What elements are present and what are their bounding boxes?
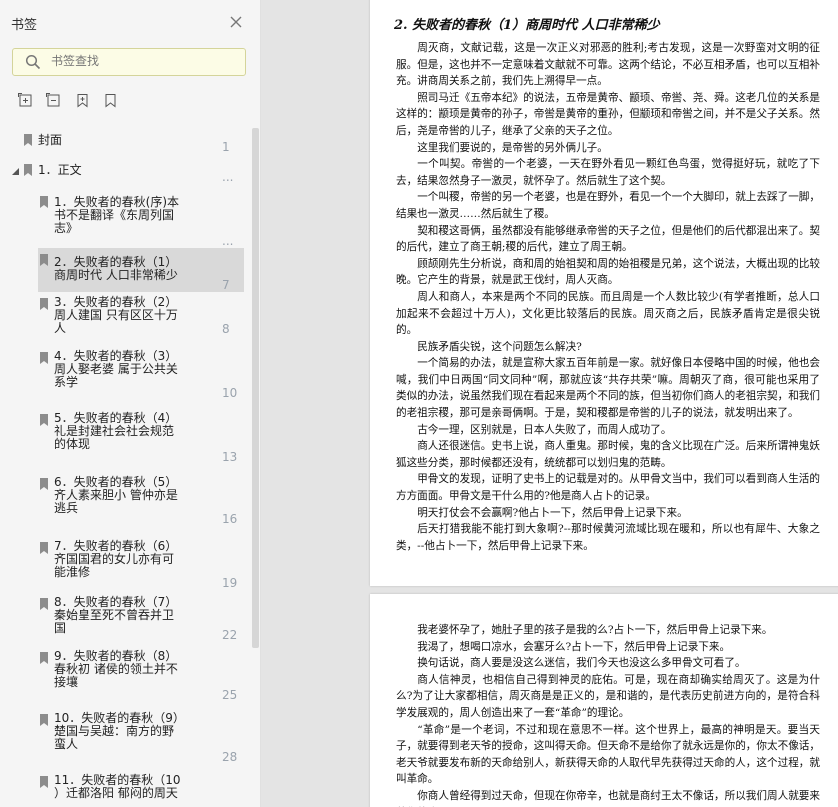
- paragraph: 一个叫契。帝喾的一个老婆，一天在野外看见一颗红色鸟蛋，觉得挺好玩，就吃了下去，结…: [396, 158, 820, 187]
- bookmark-search-box[interactable]: [12, 48, 246, 76]
- bookmark-icon: [40, 414, 48, 426]
- paragraph: 这里我们要说的，是帝喾的另外俩儿子。: [417, 141, 608, 154]
- bookmark-label: 3．失败者的春秋（2） 周人建国 只有区区十万 人: [54, 295, 178, 335]
- bookmark-item-cover[interactable]: 封面 1: [0, 128, 246, 154]
- paragraph: 我渴了，想喝口凉水，会塞牙么?占卜一下，然后甲骨上记录下来。: [417, 640, 731, 653]
- bookmark-page-number: ...: [222, 234, 234, 248]
- bookmark-item[interactable]: 1．失败者的春秋(序)本 书不是翻译《东周列国 志》 ...: [0, 190, 246, 250]
- bookmark-item[interactable]: 5．失败者的春秋（4） 礼是封建社会社会规范 的体现 13: [0, 408, 246, 468]
- bookmark-label: 7．失败者的春秋（6） 齐国国君的女儿亦有可 能淮修: [54, 539, 178, 579]
- paragraph: 一个简易的办法，就是宣称大家五百年前是一家。就好像日本侵略中国的时候，他也会喊，…: [396, 357, 820, 420]
- bookmark-page-number: 10: [222, 386, 238, 400]
- paragraph: 明天打仗会不会赢啊?他占卜一下，然后甲骨上记录下来。: [417, 506, 688, 519]
- paragraph: 甲骨文的发现，证明了史书上的记载是对的。从甲骨文当中，我们可以看到商人生活的方方…: [396, 473, 820, 503]
- bookmark-label: 10．失败者的春秋（9） 楚国与吴越：南方的野 蛮人: [54, 711, 185, 751]
- paragraph: 周灭商，文献记载，这是一次正义对邪恶的胜利;考古发现，这是一次野蛮对文明的征服。…: [396, 42, 820, 88]
- page-text: 我老婆怀孕了，她肚子里的孩子是我的么?占卜一下，然后甲骨上记录下来。 我渴了，想喝…: [396, 622, 820, 807]
- search-icon: [25, 54, 41, 70]
- paragraph: 后天打猎我能不能打到大象啊?--那时候黄河流域比现在暖和，所以也有犀牛、大象之类…: [396, 523, 820, 552]
- bookmark-item[interactable]: 4．失败者的春秋（3） 周人娶老婆 属于公共关 系学 10: [0, 346, 246, 402]
- paragraph: 商人信神灵，也相信自己得到神灵的庇佑。可是，现在商却确实给周灭了。这是为什么?为…: [396, 673, 820, 719]
- bookmark-panel: 书签 封面 1: [0, 0, 261, 807]
- paragraph: 一个叫稷，帝喾的另一个老婆，也是在野外，看见一个一个大脚印，就上去踩了一脚，结果…: [396, 191, 820, 220]
- bookmark-search-input[interactable]: [51, 54, 231, 68]
- bookmark-item[interactable]: 6．失败者的春秋（5） 齐人素来胆小 管仲亦是 逃兵 16: [0, 472, 246, 532]
- paragraph: 民族矛盾尖锐，这个问题怎么解决?: [417, 340, 582, 353]
- bookmark-icon: [40, 776, 48, 788]
- bookmark-label: 8．失败者的春秋（7） 秦始皇至死不曾吞并卫 国: [54, 595, 178, 635]
- bookmark-label: 11．失败者的春秋（10 ）迁都洛阳 郁闷的周天: [54, 773, 181, 800]
- add-bookmark-icon[interactable]: [75, 93, 90, 108]
- document-page: 2. 失败者的春秋（1）商周时代 人口非常稀少 周灭商，文献记载，这是一次正义对…: [370, 0, 838, 586]
- close-icon[interactable]: [228, 14, 244, 30]
- bookmark-item[interactable]: 3．失败者的春秋（2） 周人建国 只有区区十万 人 8: [0, 292, 246, 344]
- expand-all-icon[interactable]: [18, 93, 33, 108]
- bookmark-page-number: 7: [222, 278, 230, 292]
- bookmark-page-number: 13: [222, 450, 238, 464]
- bookmark-item[interactable]: 8．失败者的春秋（7） 秦始皇至死不曾吞并卫 国 22: [0, 592, 246, 644]
- bookmark-label: 6．失败者的春秋（5） 齐人素来胆小 管仲亦是 逃兵: [54, 475, 178, 515]
- bookmark-page-number: 8: [222, 322, 230, 336]
- bookmark-label: 1．失败者的春秋(序)本 书不是翻译《东周列国 志》: [54, 195, 179, 235]
- bookmark-icon: [40, 478, 48, 490]
- bookmark-page-number: 22: [222, 628, 238, 642]
- document-viewer: 2. 失败者的春秋（1）商周时代 人口非常稀少 周灭商，文献记载，这是一次正义对…: [261, 0, 838, 807]
- bookmark-icon: [40, 352, 48, 364]
- bookmark-label: 1．正文: [38, 163, 82, 177]
- bookmark-icon[interactable]: [103, 93, 118, 108]
- bookmark-page-number: 28: [222, 750, 238, 764]
- bookmark-label: 9．失败者的春秋（8） 春秋初 诸侯的领土并不 接壤: [54, 649, 178, 689]
- bookmark-page-number: 25: [222, 688, 238, 702]
- bookmark-page-number: ...: [222, 170, 234, 184]
- bookmark-page-number: 16: [222, 512, 238, 526]
- paragraph: 周人和商人，本来是两个不同的民族。而且周是一个人数比较少(有学者推断，总人口加起…: [396, 290, 820, 337]
- panel-header: 书签: [0, 0, 260, 46]
- chapter-title: 2. 失败者的春秋（1）商周时代 人口非常稀少: [394, 18, 660, 33]
- paragraph: “革命”是一个老词，不过和现在意思不一样。这个世界上，最高的神明是天。要当天子，…: [396, 723, 820, 786]
- paragraph: 契和稷这哥俩，虽然都没有能够继承帝喾的天子之位，但是他们的后代都混出来了。契的后…: [396, 224, 820, 254]
- paragraph: 顾颉刚先生分析说，商和周的始祖契和周的始祖稷是兄弟，这个说法，大概出现的比较晚。…: [396, 257, 820, 287]
- bookmark-icon: [40, 298, 48, 310]
- collapse-all-icon[interactable]: [46, 93, 61, 108]
- document-page: 我老婆怀孕了，她肚子里的孩子是我的么?占卜一下，然后甲骨上记录下来。 我渴了，想喝…: [370, 594, 838, 807]
- paragraph: 古今一理，区别就是，日本人失败了，而周人成功了。: [417, 423, 672, 436]
- panel-title: 书签: [11, 18, 38, 33]
- paragraph: 换句话说，商人要是没这么迷信，我们今天也没这么多甲骨文可看了。: [417, 657, 746, 670]
- bookmark-page-number: 19: [222, 576, 238, 590]
- bookmark-icon: [40, 196, 48, 208]
- bookmark-icon: [40, 714, 48, 726]
- bookmark-item-main-text[interactable]: 1．正文 ...: [0, 158, 246, 184]
- bookmark-page-number: 1: [222, 140, 230, 154]
- bookmark-icon: [24, 164, 32, 176]
- bookmark-label: 2．失败者的春秋（1） 商周时代 人口非常稀少: [54, 255, 178, 282]
- bookmark-item[interactable]: 7．失败者的春秋（6） 齐国国君的女儿亦有可 能淮修 19: [0, 536, 246, 594]
- bookmark-item[interactable]: 10．失败者的春秋（9） 楚国与吴越：南方的野 蛮人 28: [0, 708, 246, 768]
- bookmark-label: 5．失败者的春秋（4） 礼是封建社会社会规范 的体现: [54, 411, 178, 451]
- bookmark-icon: [24, 134, 32, 146]
- bookmark-item[interactable]: 9．失败者的春秋（8） 春秋初 诸侯的领土并不 接壤 25: [0, 646, 246, 706]
- paragraph: 你商人曾经得到过天命，但现在你帝辛，也就是商纣王太不像话，所以我们周人就要来革你…: [396, 789, 820, 807]
- page-text: 周灭商，文献记载，这是一次正义对邪恶的胜利;考古发现，这是一次野蛮对文明的征服。…: [396, 40, 820, 554]
- bookmark-icon: [40, 598, 48, 610]
- bookmark-icon: [40, 254, 48, 266]
- bookmark-icon: [40, 542, 48, 554]
- paragraph: 商人还很迷信。史书上说，商人重鬼。那时候，鬼的含义比现在广泛。后来所谓神鬼妖狐这…: [396, 440, 820, 469]
- bookmark-item[interactable]: 11．失败者的春秋（10 ）迁都洛阳 郁闷的周天: [0, 770, 246, 807]
- bookmark-label: 4．失败者的春秋（3） 周人娶老婆 属于公共关 系学: [54, 349, 178, 389]
- paragraph: 我老婆怀孕了，她肚子里的孩子是我的么?占卜一下，然后甲骨上记录下来。: [417, 624, 773, 636]
- collapse-triangle-icon[interactable]: [12, 168, 19, 175]
- bookmark-label: 封面: [38, 133, 63, 147]
- paragraph: 照司马迁《五帝本纪》的说法，五帝是黄帝、颛顼、帝喾、尧、舜。这老几位的关系是这样…: [396, 91, 820, 137]
- bookmark-item-selected[interactable]: 2．失败者的春秋（1） 商周时代 人口非常稀少 7: [38, 248, 244, 292]
- bookmark-icon: [40, 652, 48, 664]
- scrollbar-thumb[interactable]: [252, 128, 259, 648]
